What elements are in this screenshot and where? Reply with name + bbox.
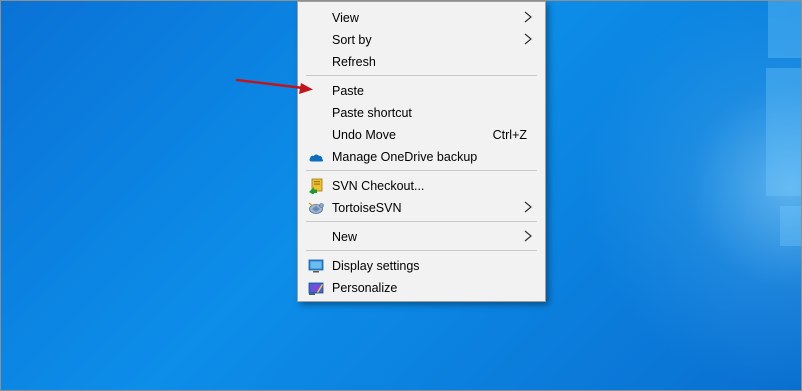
menu-item-label: Undo Move [332,128,396,142]
chevron-right-icon [524,230,532,242]
red-annotation-arrow [235,78,313,94]
menu-item-sort-by[interactable]: Sort by [298,29,545,51]
menu-item-tortoisesvn[interactable]: TortoiseSVN [298,197,545,219]
menu-item-undo-move[interactable]: Undo Move Ctrl+Z [298,124,545,146]
menu-item-label: New [332,230,358,244]
windows-logo-pane-middle [766,68,802,196]
menu-separator [306,170,537,171]
menu-item-svn-checkout[interactable]: SVN Checkout... [298,175,545,197]
menu-item-paste[interactable]: Paste [298,80,545,102]
menu-item-label: Refresh [332,55,376,69]
menu-separator [306,221,537,222]
menu-item-label: Display settings [332,259,420,273]
menu-item-label: View [332,11,359,25]
menu-item-label: Paste [332,84,364,98]
menu-item-personalize[interactable]: Personalize [298,277,545,299]
display-settings-icon [308,259,324,273]
windows-logo-pane-bottom [780,206,802,246]
menu-item-label: TortoiseSVN [332,201,402,215]
menu-item-label: Sort by [332,33,372,47]
menu-separator [306,75,537,76]
menu-item-new[interactable]: New [298,226,545,248]
menu-item-view[interactable]: View [298,7,545,29]
menu-item-label: Personalize [332,281,398,295]
menu-item-label: Paste shortcut [332,106,412,120]
menu-item-display-settings[interactable]: Display settings [298,255,545,277]
menu-item-shortcut: Ctrl+Z [492,128,527,142]
menu-item-label: SVN Checkout... [332,179,425,193]
menu-item-manage-onedrive-backup[interactable]: Manage OneDrive backup [298,146,545,168]
menu-item-label: Manage OneDrive backup [332,150,478,164]
personalize-icon [308,282,324,295]
chevron-right-icon [524,11,532,23]
tortoisesvn-icon [308,202,324,214]
menu-item-paste-shortcut[interactable]: Paste shortcut [298,102,545,124]
onedrive-cloud-icon [309,154,324,162]
chevron-right-icon [524,201,532,213]
chevron-right-icon [524,33,532,45]
menu-separator [306,250,537,251]
windows-logo-pane-top [768,0,802,58]
desktop-context-menu: View Sort by Refresh Paste Paste shortcu… [297,1,546,302]
menu-item-refresh[interactable]: Refresh [298,51,545,73]
svn-checkout-icon [309,178,323,194]
